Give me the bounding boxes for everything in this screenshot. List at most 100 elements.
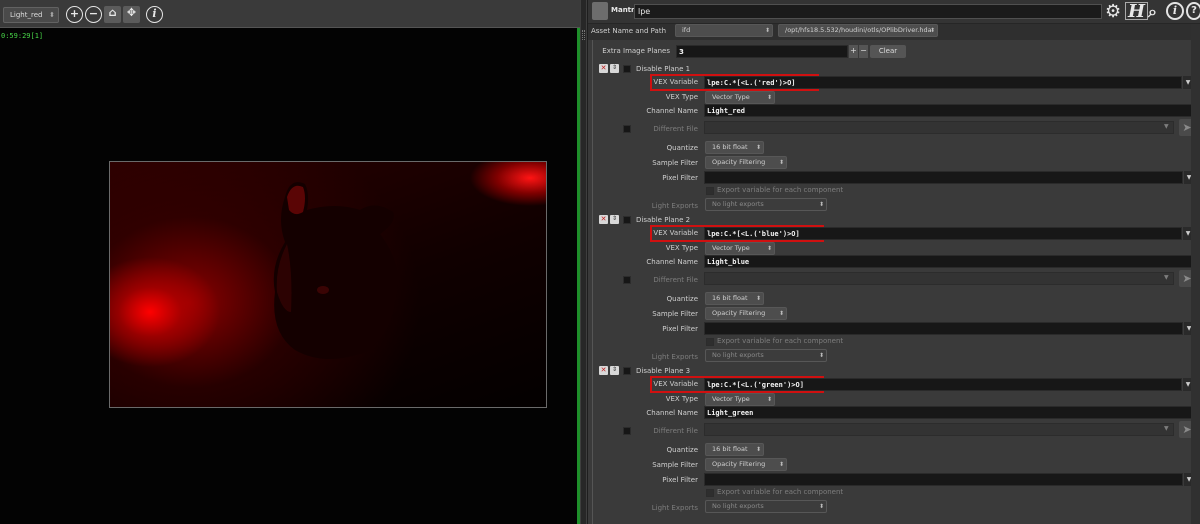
pig-silhouette (273, 182, 398, 360)
chevron-updown-icon: ⬍ (766, 245, 772, 252)
plane-title: Disable Plane 3 (636, 367, 691, 375)
quantize-label: Quantize (666, 446, 698, 454)
light-exports-label: Light Exports (651, 504, 698, 512)
chevron-updown-icon: ⬍ (766, 94, 772, 101)
vex-type-select[interactable]: Vector Type ⬍ (705, 242, 775, 255)
light-exports-select: No light exports ⬍ (705, 349, 827, 362)
move-icon[interactable]: ✥ (123, 6, 140, 23)
channel-name-field[interactable]: Light_red (704, 104, 1195, 117)
vex-variable-field[interactable]: lpe:C.*[<L.('green')>O] (704, 378, 1182, 391)
node-name-field[interactable]: lpe (634, 4, 1102, 19)
disable-plane-checkbox[interactable] (623, 65, 631, 73)
light-exports-label: Light Exports (651, 202, 698, 210)
quantize-select[interactable]: 16 bit float ⬍ (705, 141, 764, 154)
sample-filter-select[interactable]: Opacity Filtering ⬍ (705, 458, 787, 471)
asset-path-select[interactable]: /opt/hfs18.5.532/houdini/otls/OPlibDrive… (778, 24, 938, 37)
sample-filter-value: Opacity Filtering (712, 309, 766, 317)
chevron-updown-icon: ⬍ (778, 461, 784, 468)
export-each-label: Export variable for each component (717, 186, 844, 194)
zoom-out-icon[interactable]: − (85, 6, 102, 23)
different-file-field (704, 272, 1174, 285)
extra-planes-label: Extra Image Planes (602, 47, 670, 55)
quantize-select[interactable]: 16 bit float ⬍ (705, 292, 764, 305)
disable-plane-checkbox[interactable] (623, 216, 631, 224)
light-exports-value: No light exports (712, 200, 764, 208)
pane-splitter[interactable] (580, 0, 587, 524)
gear-icon[interactable]: ⚙ (1105, 2, 1121, 22)
vex-type-label: VEX Type (665, 244, 698, 252)
chevron-updown-icon: ⬍ (49, 11, 55, 19)
different-file-field (704, 423, 1174, 436)
sample-filter-label: Sample Filter (652, 461, 698, 469)
dropdown-arrow-icon: ▼ (1164, 425, 1169, 432)
asset-path-value: /opt/hfs18.5.532/houdini/otls/OPlibDrive… (785, 26, 932, 34)
zoom-in-icon[interactable]: + (66, 6, 83, 23)
light-exports-label: Light Exports (651, 353, 698, 361)
vex-type-select[interactable]: Vector Type ⬍ (705, 393, 775, 406)
info-icon[interactable]: i (146, 6, 163, 23)
remove-plane-icon[interactable]: ✕ (599, 64, 608, 73)
channel-name-label: Channel Name (646, 107, 698, 115)
light-exports-value: No light exports (712, 502, 764, 510)
vex-type-value: Vector Type (712, 395, 750, 403)
chevron-updown-icon: ⬍ (818, 352, 824, 359)
help-icon[interactable]: ? (1186, 2, 1200, 20)
asset-ifd-select[interactable]: ifd ⬍ (675, 24, 773, 37)
remove-plane-icon[interactable]: ✕ (599, 215, 608, 224)
different-file-label: Different File (653, 427, 698, 435)
pixel-filter-field[interactable] (704, 322, 1183, 335)
clear-button[interactable]: Clear (870, 45, 906, 58)
asset-ifd-value: ifd (682, 26, 691, 34)
export-each-checkbox (706, 489, 714, 497)
channel-name-field[interactable]: Light_blue (704, 255, 1195, 268)
home-icon[interactable]: ⌂ (104, 6, 121, 23)
info-icon[interactable]: i (1166, 2, 1184, 20)
different-file-label: Different File (653, 125, 698, 133)
vex-type-value: Vector Type (712, 93, 750, 101)
vex-type-label: VEX Type (665, 395, 698, 403)
scrollbar[interactable] (1191, 24, 1200, 524)
camera-select[interactable]: Light_red ⬍ (3, 7, 59, 23)
pixel-filter-field[interactable] (704, 171, 1183, 184)
group-line (592, 40, 593, 524)
sample-filter-label: Sample Filter (652, 310, 698, 318)
export-each-checkbox (706, 187, 714, 195)
pixel-filter-label: Pixel Filter (662, 325, 698, 333)
plus-icon[interactable]: + (849, 45, 858, 58)
search-icon[interactable]: ⌕ (1148, 2, 1157, 22)
chevron-updown-icon: ⬍ (818, 201, 824, 208)
pixel-filter-label: Pixel Filter (662, 476, 698, 484)
sample-filter-value: Opacity Filtering (712, 460, 766, 468)
houdini-help-icon[interactable]: H (1125, 2, 1149, 21)
chevron-updown-icon: ⬍ (778, 310, 784, 317)
plane-title: Disable Plane 1 (636, 65, 691, 73)
channel-name-label: Channel Name (646, 409, 698, 417)
chevron-updown-icon: ⬍ (755, 295, 761, 302)
quantize-label: Quantize (666, 295, 698, 303)
dropdown-arrow-icon: ▼ (1164, 123, 1169, 130)
disable-plane-checkbox[interactable] (623, 367, 631, 375)
extra-planes-field[interactable]: 3 (676, 45, 848, 58)
pixel-filter-field[interactable] (704, 473, 1183, 486)
light-exports-value: No light exports (712, 351, 764, 359)
quantize-select[interactable]: 16 bit float ⬍ (705, 443, 764, 456)
chevron-updown-icon: ⬍ (818, 503, 824, 510)
vex-variable-field[interactable]: lpe:C.*[<L.('blue')>O] (704, 227, 1182, 240)
vex-type-value: Vector Type (712, 244, 750, 252)
timecode: 0:59:29[1] (1, 32, 44, 40)
light-exports-select: No light exports ⬍ (705, 500, 827, 513)
minus-icon[interactable]: − (859, 45, 868, 58)
reorder-plane-icon[interactable]: ⇕ (610, 366, 619, 375)
channel-name-field[interactable]: Light_green (704, 406, 1195, 419)
quantize-value: 16 bit float (712, 143, 748, 151)
vex-variable-field[interactable]: lpe:C.*[<L.('red')>O] (704, 76, 1182, 89)
chevron-updown-icon: ⬍ (755, 144, 761, 151)
sample-filter-select[interactable]: Opacity Filtering ⬍ (705, 156, 787, 169)
chevron-updown-icon: ⬍ (778, 159, 784, 166)
reorder-plane-icon[interactable]: ⇕ (610, 64, 619, 73)
sample-filter-select[interactable]: Opacity Filtering ⬍ (705, 307, 787, 320)
vex-type-select[interactable]: Vector Type ⬍ (705, 91, 775, 104)
reorder-plane-icon[interactable]: ⇕ (610, 215, 619, 224)
chevron-updown-icon: ⬍ (929, 27, 935, 34)
remove-plane-icon[interactable]: ✕ (599, 366, 608, 375)
